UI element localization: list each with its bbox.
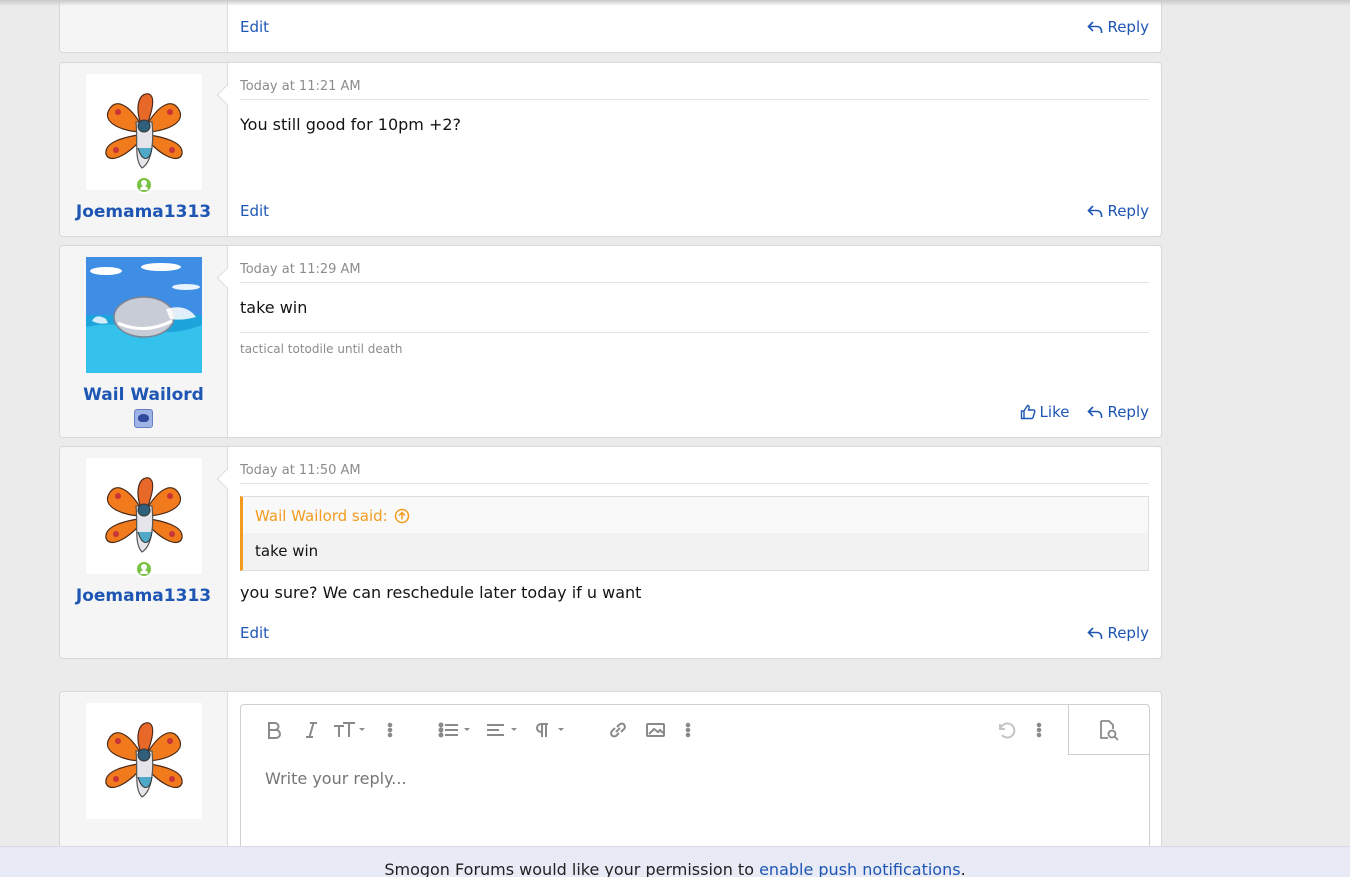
paragraph-icon <box>536 723 564 737</box>
vertical-dots-icon <box>1036 722 1042 738</box>
enable-push-notifications-link[interactable]: enable push notifications <box>759 860 961 877</box>
message-main: Today at 11:29 AM take win tactical toto… <box>228 246 1161 437</box>
quote-body: take win <box>243 533 1148 570</box>
editor-toolbar <box>241 704 1150 755</box>
push-notification-bar: Smogon Forums would like your permission… <box>0 846 1350 877</box>
bold-button[interactable] <box>265 718 283 742</box>
quote-block: Wail Wailord said: take win <box>240 496 1149 571</box>
message-post: Wail Wailord Today at 11:29 AM take win … <box>59 245 1162 438</box>
reply-button[interactable]: Reply <box>1087 18 1149 36</box>
user-signature: tactical totodile until death <box>240 332 1149 356</box>
message-timestamp[interactable]: Today at 11:21 AM <box>240 63 1149 100</box>
more-insert-options-button[interactable] <box>685 718 691 742</box>
user-cell <box>60 0 228 52</box>
push-notification-suffix: . <box>960 860 966 877</box>
paragraph-button[interactable] <box>534 718 570 742</box>
undo-icon <box>999 722 1016 739</box>
wailord-avatar-icon <box>85 257 202 373</box>
align-button[interactable] <box>486 718 522 742</box>
message-actions: Edit Reply <box>240 624 1149 642</box>
more-text-options-button[interactable] <box>387 718 393 742</box>
message-actions: Edit Reply <box>240 18 1149 36</box>
volcarona-avatar-icon <box>104 93 183 169</box>
preview-button[interactable] <box>1068 704 1150 755</box>
reply-icon <box>1087 627 1103 639</box>
message-main: Edit Reply <box>228 0 1161 52</box>
message-timestamp[interactable]: Today at 11:29 AM <box>240 246 1149 283</box>
user-badge-icon <box>134 409 153 428</box>
reply-label: Reply <box>1107 18 1149 36</box>
online-status-icon <box>134 176 153 194</box>
username[interactable]: Joemama1313 <box>76 202 211 222</box>
arrow-up-circle-icon <box>394 508 409 524</box>
push-notification-text: Smogon Forums would like your permission… <box>384 860 760 877</box>
reply-button[interactable]: Reply <box>1087 403 1149 421</box>
message-post: Edit Reply <box>59 0 1162 53</box>
message-body: you sure? We can reschedule later today … <box>240 583 642 602</box>
message-main: Today at 11:21 AM You still good for 10p… <box>228 63 1161 236</box>
volcarona-avatar-icon <box>104 722 183 798</box>
top-shadow <box>0 0 1350 6</box>
online-status-icon <box>134 560 153 578</box>
reply-button[interactable]: Reply <box>1087 202 1149 220</box>
align-icon <box>487 724 517 736</box>
message-main: Today at 11:50 AM Wail Wailord said: tak… <box>228 447 1161 658</box>
reply-icon <box>1087 21 1103 33</box>
avatar <box>85 703 202 819</box>
like-label: Like <box>1039 403 1070 421</box>
italic-button[interactable] <box>303 718 319 742</box>
username[interactable]: Wail Wailord <box>83 385 204 405</box>
quote-author: Wail Wailord said: <box>255 507 388 525</box>
user-cell: Wail Wailord <box>60 246 240 437</box>
undo-button[interactable] <box>995 718 1017 742</box>
reply-input[interactable] <box>265 769 1125 788</box>
username[interactable]: Joemama1313 <box>76 586 211 606</box>
volcarona-avatar-icon <box>104 477 183 553</box>
message-post: Joemama1313 Today at 11:50 AM Wail Wailo… <box>59 446 1162 659</box>
vertical-dots-icon <box>685 722 691 738</box>
bold-icon <box>268 722 281 739</box>
image-button[interactable] <box>645 718 667 742</box>
quote-header[interactable]: Wail Wailord said: <box>243 497 1148 533</box>
message-timestamp[interactable]: Today at 11:50 AM <box>240 447 1149 484</box>
reply-editor <box>240 704 1150 864</box>
list-icon <box>438 722 470 738</box>
reply-label: Reply <box>1107 202 1149 220</box>
link-icon <box>610 722 626 738</box>
image-icon <box>646 723 665 737</box>
vertical-dots-icon <box>387 722 393 738</box>
reply-label: Reply <box>1107 403 1149 421</box>
message-body: take win <box>240 298 308 317</box>
message-body: You still good for 10pm +2? <box>240 115 462 134</box>
avatar[interactable] <box>85 257 202 373</box>
reply-button[interactable]: Reply <box>1087 624 1149 642</box>
italic-icon <box>306 722 317 738</box>
text-size-button[interactable] <box>333 718 369 742</box>
message-actions: Edit Reply <box>240 202 1149 220</box>
message-actions: Like Reply <box>240 403 1149 421</box>
reply-icon <box>1087 406 1103 418</box>
more-options-button[interactable] <box>1036 718 1042 742</box>
message-post: Joemama1313 Today at 11:21 AM You still … <box>59 62 1162 237</box>
preview-icon <box>1100 719 1119 741</box>
avatar[interactable] <box>85 458 202 578</box>
edit-link[interactable]: Edit <box>240 202 269 220</box>
thumbs-up-icon <box>1020 404 1036 420</box>
text-size-icon <box>334 722 365 737</box>
list-button[interactable] <box>438 718 474 742</box>
link-button[interactable] <box>607 718 629 742</box>
avatar[interactable] <box>85 74 202 194</box>
reply-label: Reply <box>1107 624 1149 642</box>
edit-link[interactable]: Edit <box>240 624 269 642</box>
edit-link[interactable]: Edit <box>240 18 269 36</box>
user-cell: Joemama1313 <box>60 63 240 236</box>
user-cell: Joemama1313 <box>60 447 240 658</box>
reply-icon <box>1087 205 1103 217</box>
like-button[interactable]: Like <box>1020 403 1070 421</box>
